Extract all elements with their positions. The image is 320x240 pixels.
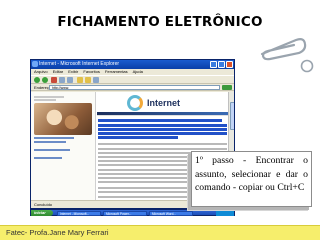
status-text: Concluído xyxy=(34,202,53,207)
page-photo xyxy=(34,103,92,135)
home-icon[interactable] xyxy=(67,77,73,83)
sidebar-links[interactable] xyxy=(31,137,95,159)
taskbar: iniciar Internet - Microsoft... Microsof… xyxy=(30,209,235,216)
close-button[interactable] xyxy=(226,61,233,68)
menu-edit[interactable]: Editar xyxy=(53,69,63,74)
task-powerpoint[interactable]: Microsoft Power... xyxy=(103,210,147,216)
sidebar-text xyxy=(31,96,95,101)
ring-icon xyxy=(300,59,314,73)
slide-title: FICHAMENTO ELETRÔNICO xyxy=(57,14,263,30)
footer-text: Fatec- Profa.Jane Mary Ferrari xyxy=(6,228,109,237)
search-icon[interactable] xyxy=(77,77,83,83)
task-word[interactable]: Microsoft Word... xyxy=(149,210,193,216)
menu-tools[interactable]: Ferramentas xyxy=(105,69,128,74)
banner-title: Internet xyxy=(147,98,181,108)
browser-titlebar[interactable]: Internet - Microsoft Internet Explorer xyxy=(31,60,234,69)
browser-title: Internet - Microsoft Internet Explorer xyxy=(39,61,120,67)
ie-logo-icon xyxy=(32,61,38,67)
internet-logo-icon xyxy=(127,95,143,111)
back-icon[interactable] xyxy=(34,77,40,83)
scroll-thumb[interactable] xyxy=(229,102,234,130)
menu-file[interactable]: Arquivo xyxy=(34,69,48,74)
slide-footer: Fatec- Profa.Jane Mary Ferrari xyxy=(0,225,320,240)
minimize-button[interactable] xyxy=(210,61,217,68)
menu-favorites[interactable]: Favoritos xyxy=(83,69,99,74)
history-icon[interactable] xyxy=(93,77,99,83)
menu-help[interactable]: Ajuda xyxy=(133,69,143,74)
system-tray xyxy=(216,210,234,216)
instruction-callout: 1º passo - Encontrar o assunto, selecion… xyxy=(191,151,312,207)
browser-toolbar xyxy=(31,75,234,84)
go-button[interactable] xyxy=(222,85,232,90)
page-banner: Internet xyxy=(97,92,228,116)
address-bar: Endereço http://www. xyxy=(31,84,234,91)
start-button[interactable]: iniciar xyxy=(31,210,53,216)
stop-icon[interactable] xyxy=(51,77,57,83)
favorites-icon[interactable] xyxy=(85,77,91,83)
refresh-icon[interactable] xyxy=(59,77,65,83)
forward-icon[interactable] xyxy=(42,77,48,83)
task-ie[interactable]: Internet - Microsoft... xyxy=(57,210,101,216)
menu-view[interactable]: Exibir xyxy=(68,69,78,74)
address-input[interactable]: http://www. xyxy=(49,85,220,90)
page-sidebar xyxy=(31,92,96,200)
maximize-button[interactable] xyxy=(218,61,225,68)
